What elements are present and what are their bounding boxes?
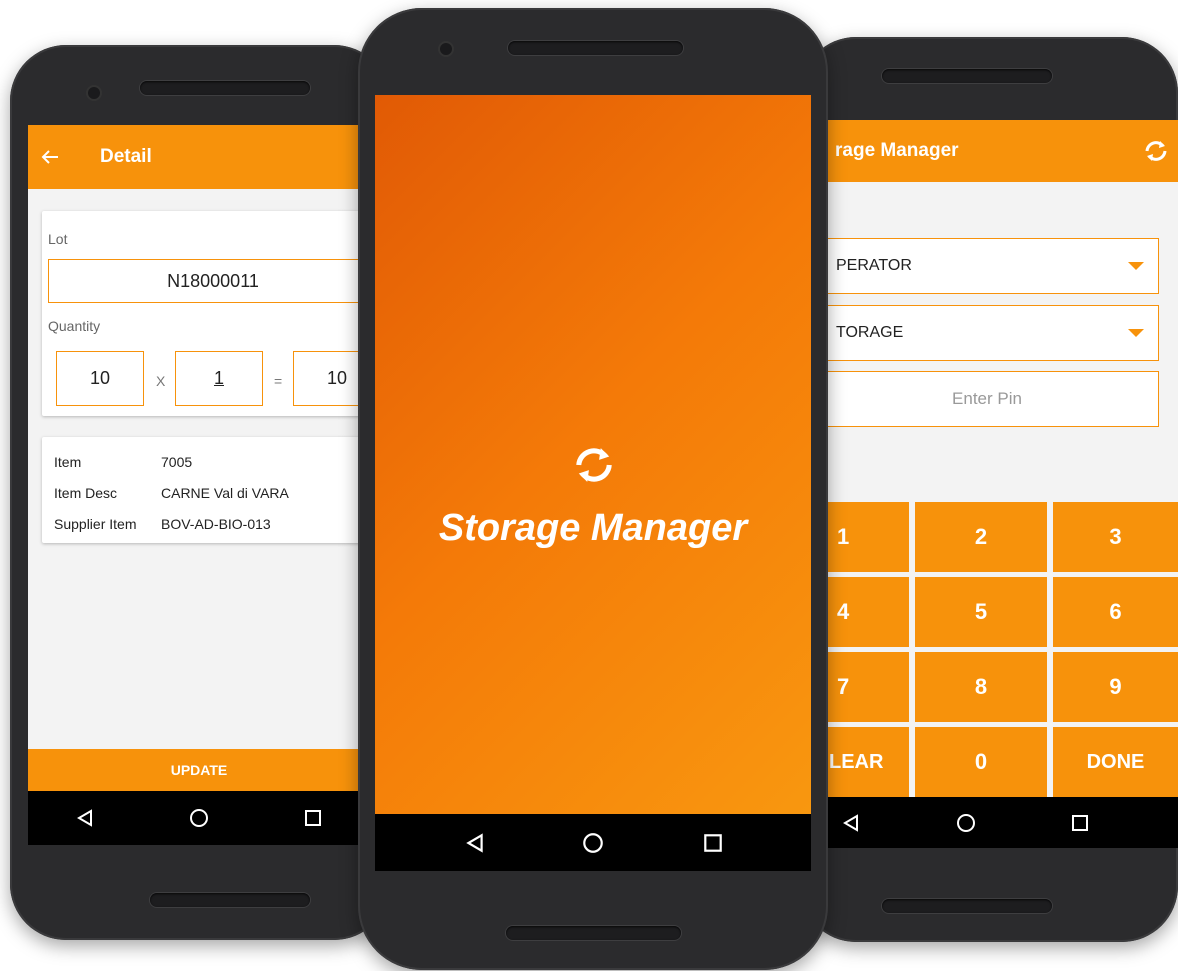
app-title: Storage Manager	[438, 507, 748, 549]
quantity-label: Quantity	[48, 318, 101, 334]
lot-field[interactable]: N18000011	[48, 259, 370, 303]
login-appbar: rage Manager	[815, 120, 1178, 182]
multiplier-field[interactable]: 1	[175, 351, 263, 406]
key-5[interactable]: 5	[915, 577, 1047, 647]
key-3[interactable]: 3	[1053, 502, 1178, 572]
nav-bar	[815, 797, 1178, 848]
nav-recents-icon[interactable]	[693, 823, 733, 863]
speaker	[882, 69, 1052, 83]
nav-home-icon[interactable]	[179, 798, 219, 838]
bottom-speaker	[506, 926, 681, 940]
page-title: rage Manager	[835, 140, 959, 161]
back-arrow-icon[interactable]	[40, 147, 64, 167]
left-phone: Detail Lot N18000011 Quantity 10 X 1 = 1…	[10, 45, 390, 940]
pin-input[interactable]: Enter Pin	[815, 371, 1159, 427]
speaker	[140, 81, 310, 95]
right-phone: rage Manager PERATOR TORAGE Enter Pin 1 …	[800, 37, 1178, 942]
info-key: Supplier Item	[54, 516, 137, 532]
multiply-sign: X	[156, 373, 166, 389]
key-6[interactable]: 6	[1053, 577, 1178, 647]
splash-screen: Storage Manager	[375, 95, 811, 871]
info-key: Item	[54, 454, 82, 470]
nav-bar	[28, 791, 370, 845]
sync-icon[interactable]	[1142, 138, 1170, 169]
camera	[440, 43, 452, 55]
bottom-speaker	[150, 893, 310, 907]
key-0[interactable]: 0	[915, 727, 1047, 797]
key-1[interactable]: 1	[815, 502, 909, 572]
nav-home-icon[interactable]	[946, 803, 986, 843]
clear-key[interactable]: LEAR	[815, 727, 909, 797]
nav-recents-icon[interactable]	[1060, 803, 1100, 843]
login-screen: rage Manager PERATOR TORAGE Enter Pin 1 …	[815, 120, 1178, 848]
storage-value: TORAGE	[836, 324, 904, 341]
page-title: Detail	[100, 146, 152, 167]
nav-back-icon[interactable]	[455, 823, 495, 863]
operator-value: PERATOR	[836, 257, 912, 274]
key-8[interactable]: 8	[915, 652, 1047, 722]
dropdown-caret-icon	[1128, 262, 1144, 270]
info-key: Item Desc	[54, 485, 118, 501]
nav-bar	[375, 814, 811, 871]
sync-icon	[570, 443, 618, 492]
storage-dropdown[interactable]: TORAGE	[815, 305, 1159, 361]
speaker	[508, 41, 683, 55]
nav-back-icon[interactable]	[831, 803, 871, 843]
item-info-card: Item 7005 Item Desc CARNE Val di VARA Su…	[42, 437, 370, 543]
done-key[interactable]: DONE	[1053, 727, 1178, 797]
lot-label: Lot	[48, 231, 68, 247]
info-value: CARNE Val di VARA	[161, 485, 289, 501]
bottom-speaker	[882, 899, 1052, 913]
operator-dropdown[interactable]: PERATOR	[815, 238, 1159, 294]
info-value: 7005	[161, 454, 193, 470]
lot-quantity-card: Lot N18000011 Quantity 10 X 1 = 10	[42, 211, 370, 416]
nav-back-icon[interactable]	[65, 798, 105, 838]
key-2[interactable]: 2	[915, 502, 1047, 572]
equals-sign: =	[274, 373, 283, 389]
update-button[interactable]: UPDATE	[28, 749, 370, 791]
middle-phone: Storage Manager	[358, 8, 828, 970]
key-9[interactable]: 9	[1053, 652, 1178, 722]
dropdown-caret-icon	[1128, 329, 1144, 337]
quantity-field[interactable]: 10	[56, 351, 144, 406]
info-value: BOV-AD-BIO-013	[161, 516, 271, 532]
key-7[interactable]: 7	[815, 652, 909, 722]
camera	[88, 87, 100, 99]
detail-appbar: Detail	[28, 125, 370, 189]
nav-home-icon[interactable]	[573, 823, 613, 863]
detail-screen: Detail Lot N18000011 Quantity 10 X 1 = 1…	[28, 125, 370, 845]
nav-recents-icon[interactable]	[293, 798, 333, 838]
key-4[interactable]: 4	[815, 577, 909, 647]
